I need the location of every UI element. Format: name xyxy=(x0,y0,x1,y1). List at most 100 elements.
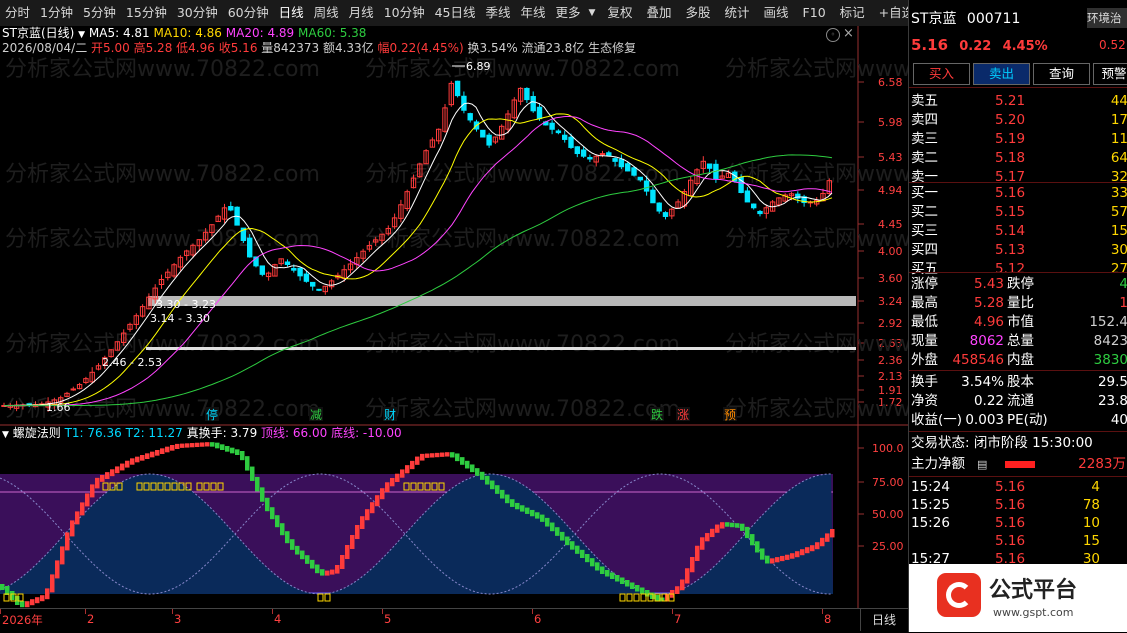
tool-button-0[interactable]: 复权 xyxy=(602,0,637,26)
bid-label: 买二 xyxy=(911,204,938,220)
period-tab-7[interactable]: 周线 xyxy=(309,0,344,26)
stat-label: 市值 xyxy=(1007,314,1034,330)
spiral-step xyxy=(80,502,85,516)
period-tab-3[interactable]: 15分钟 xyxy=(121,0,172,26)
event-marker[interactable]: 财 xyxy=(384,408,396,422)
spiral-step xyxy=(145,453,150,459)
spiral-step xyxy=(555,527,560,536)
industry-tag[interactable]: 环境治 xyxy=(1087,8,1127,28)
event-marker[interactable]: 涨 xyxy=(677,407,689,422)
tool-button-5[interactable]: F10 xyxy=(798,0,831,26)
event-marker[interactable]: 跌 xyxy=(651,407,663,422)
bid-row[interactable]: 买一 5.16 33 xyxy=(909,184,1127,203)
spiral-step xyxy=(435,452,440,458)
bid-row[interactable]: 买四 5.13 30 xyxy=(909,241,1127,260)
chart-canvas[interactable]: 6.585.985.434.944.454.003.603.242.922.63… xyxy=(0,26,908,608)
ask-row[interactable]: 卖四 5.20 17 xyxy=(909,111,1127,130)
tool-button-3[interactable]: 统计 xyxy=(720,0,755,26)
tick-time: 15:24 xyxy=(911,479,950,495)
bid-price: 5.16 xyxy=(995,185,1026,201)
bid-volume: 15 xyxy=(1110,223,1127,239)
query-button[interactable]: 查询 xyxy=(1033,63,1090,85)
event-marker[interactable]: 停 xyxy=(206,407,218,422)
bar-concept: 生态修复 xyxy=(588,41,637,55)
main-net-row[interactable]: 主力净额 ▤ 2283万 xyxy=(909,455,1127,474)
more-dropdown-icon[interactable]: ▼ xyxy=(586,0,599,26)
period-tab-8[interactable]: 月线 xyxy=(344,0,379,26)
period-tab-1[interactable]: 1分钟 xyxy=(35,0,78,26)
spiral-step xyxy=(610,572,615,579)
list-icon[interactable]: ▤ xyxy=(977,455,987,474)
date-tick: 4 xyxy=(274,612,282,626)
bid-row[interactable]: 买三 5.14 15 xyxy=(909,222,1127,241)
period-tab-12[interactable]: 年线 xyxy=(516,0,551,26)
alert-button[interactable]: 预警 xyxy=(1093,63,1127,85)
spiral-step xyxy=(820,537,825,547)
indicator-top: 顶线: 66.00 xyxy=(261,426,328,440)
stat-label: 涨停 xyxy=(911,276,938,292)
spiral-step xyxy=(780,555,785,562)
spiral-step xyxy=(355,525,360,539)
candle-body xyxy=(599,153,606,156)
event-marker[interactable]: 减 xyxy=(310,408,322,422)
period-tab-10[interactable]: 45日线 xyxy=(430,0,481,26)
period-tab-9[interactable]: 10分钟 xyxy=(379,0,430,26)
buy-button[interactable]: 买入 xyxy=(913,63,970,85)
period-tab-4[interactable]: 30分钟 xyxy=(172,0,223,26)
settings-dropdown-icon[interactable]: ▼ xyxy=(78,30,85,40)
period-selector[interactable]: 日线 xyxy=(860,609,907,631)
period-tab-0[interactable]: 分时 xyxy=(0,0,35,26)
spiral-step xyxy=(120,463,125,471)
spiral-step xyxy=(300,550,305,560)
period-tab-5[interactable]: 60分钟 xyxy=(223,0,274,26)
spiral-step xyxy=(730,522,735,528)
ask-row[interactable]: 卖三 5.19 11 xyxy=(909,130,1127,149)
ask-label: 卖三 xyxy=(911,131,938,147)
spiral-step xyxy=(125,460,130,468)
ask-row[interactable]: 卖二 5.18 64 xyxy=(909,149,1127,168)
tool-button-1[interactable]: 叠加 xyxy=(641,0,676,26)
period-tab-13[interactable]: 更多 xyxy=(551,0,586,26)
tool-button-2[interactable]: 多股 xyxy=(681,0,716,26)
spiral-step xyxy=(490,480,495,490)
spiral-step xyxy=(600,566,605,574)
tick-price: 5.16 xyxy=(995,533,1026,549)
chart-settings-icon[interactable]: ◦ xyxy=(826,28,840,42)
spiral-step xyxy=(715,524,720,533)
tick-volume: 15 xyxy=(1082,533,1100,549)
spiral-step xyxy=(55,560,60,579)
price-change: 0.22 xyxy=(959,39,992,54)
spiral-step xyxy=(0,584,5,590)
period-tab-6[interactable]: 日线 xyxy=(274,0,309,26)
chart-close-icon[interactable]: × xyxy=(843,26,854,41)
period-tab-2[interactable]: 5分钟 xyxy=(78,0,121,26)
bid-row[interactable]: 买二 5.15 57 xyxy=(909,203,1127,222)
event-marker[interactable]: 预 xyxy=(724,408,736,422)
tick-time: 15:25 xyxy=(911,497,950,513)
sell-button[interactable]: 卖出 xyxy=(973,63,1030,85)
bar-amount: 额4.33亿 xyxy=(322,41,374,55)
watermark-text: 分析家公式网www.70822.com xyxy=(725,332,908,357)
spiral-step xyxy=(790,553,795,559)
kline-chart[interactable]: 6.58 5.98 5.43 4.94 4.45 4.00 3.60 3.24 2.92 2.63… xyxy=(0,26,908,608)
spiral-step xyxy=(560,531,565,541)
spiral-step xyxy=(805,547,810,554)
indicator-t1: T1: 76.36 xyxy=(64,426,122,440)
candle-body xyxy=(297,267,303,277)
fund-label: 换手 xyxy=(911,374,938,390)
indicator-dropdown-icon[interactable]: ▼ xyxy=(2,430,9,440)
tick-volume: 78 xyxy=(1082,497,1100,513)
period-tab-11[interactable]: 季线 xyxy=(481,0,516,26)
fund-label: PE(动) xyxy=(1007,412,1048,428)
bid-price: 5.15 xyxy=(995,204,1026,220)
candle-body xyxy=(284,261,291,266)
candle-body xyxy=(291,267,297,271)
candle-body xyxy=(536,106,543,120)
ask-row[interactable]: 卖五 5.21 44 xyxy=(909,92,1127,111)
fund-value: 40 xyxy=(1110,412,1127,428)
stat-value: 5.28 xyxy=(973,295,1004,311)
candle-body xyxy=(662,212,669,217)
spiral-step xyxy=(565,536,570,546)
tool-button-4[interactable]: 画线 xyxy=(759,0,794,26)
tool-button-6[interactable]: 标记 xyxy=(835,0,870,26)
